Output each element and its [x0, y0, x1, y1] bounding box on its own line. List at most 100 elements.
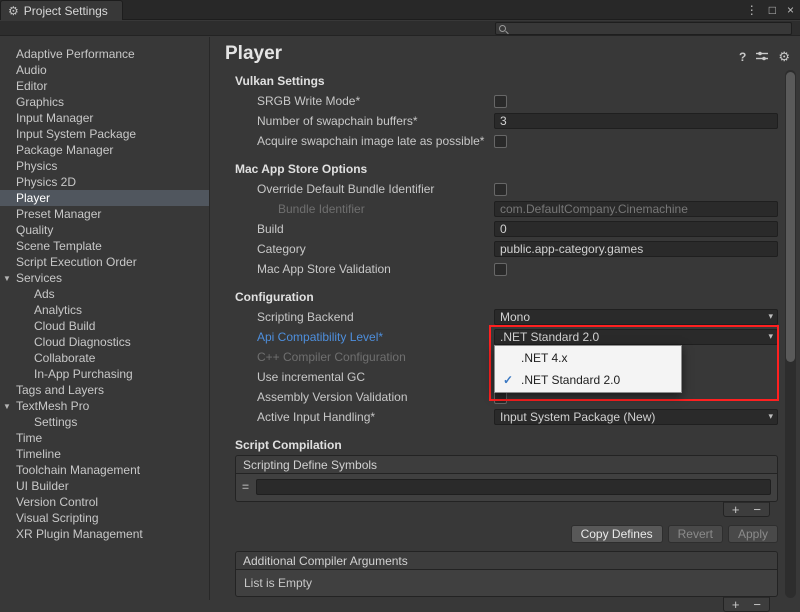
row-mac-validation: Mac App Store Validation	[211, 259, 778, 279]
build-field[interactable]	[494, 221, 778, 237]
help-icon[interactable]: ?	[739, 50, 746, 64]
sidebar-item-input-system-package[interactable]: Input System Package	[0, 126, 209, 142]
override-bundle-id-checkbox[interactable]	[494, 183, 507, 196]
srgb-write-mode-checkbox[interactable]	[494, 95, 507, 108]
define-symbol-field[interactable]	[256, 479, 771, 495]
configuration-header: Configuration	[211, 287, 778, 307]
pane-gear-icon[interactable]: ⚙	[778, 49, 790, 65]
bundle-identifier-label: Bundle Identifier	[211, 202, 494, 216]
sidebar-item-quality[interactable]: Quality	[0, 222, 209, 238]
search-input[interactable]	[510, 22, 788, 36]
sidebar-item-ui-builder[interactable]: UI Builder	[0, 478, 209, 494]
sidebar-item-collaborate[interactable]: Collaborate	[0, 350, 209, 366]
check-icon: ✓	[495, 373, 521, 387]
menu-item-label: .NET Standard 2.0	[521, 373, 620, 387]
scrollbar-thumb[interactable]	[786, 72, 795, 362]
override-bundle-id-label: Override Default Bundle Identifier	[211, 182, 494, 196]
sidebar-item-tags-and-layers[interactable]: Tags and Layers	[0, 382, 209, 398]
row-scripting-backend: Scripting Backend Mono ▾	[211, 307, 778, 327]
sidebar-item-physics[interactable]: Physics	[0, 158, 209, 174]
sidebar-item-services[interactable]: ▼ Services	[0, 270, 209, 286]
category-label: Category	[211, 242, 494, 256]
foldout-open-icon[interactable]: ▼	[3, 399, 11, 415]
sidebar-item-analytics[interactable]: Analytics	[0, 302, 209, 318]
sidebar-item-timeline[interactable]: Timeline	[0, 446, 209, 462]
scripting-backend-dropdown[interactable]: Mono ▾	[494, 309, 778, 325]
mac-app-store-header: Mac App Store Options	[211, 159, 778, 179]
sidebar-item-scene-template[interactable]: Scene Template	[0, 238, 209, 254]
assembly-validation-label: Assembly Version Validation	[211, 390, 494, 404]
sidebar-item-label: TextMesh Pro	[16, 399, 89, 413]
script-compilation-header: Script Compilation	[211, 435, 778, 455]
chevron-down-icon: ▾	[768, 331, 773, 342]
sidebar-item-cloud-diagnostics[interactable]: Cloud Diagnostics	[0, 334, 209, 350]
remove-define-button[interactable]: −	[753, 503, 761, 516]
build-label: Build	[211, 222, 494, 236]
acquire-swapchain-checkbox[interactable]	[494, 135, 507, 148]
copy-defines-button[interactable]: Copy Defines	[571, 525, 663, 543]
menu-item-net-4x[interactable]: .NET 4.x	[495, 347, 681, 369]
incremental-gc-label: Use incremental GC	[211, 370, 494, 384]
row-build: Build	[211, 219, 778, 239]
row-swapchain-buffers: Number of swapchain buffers*	[211, 111, 778, 131]
sidebar-item-textmesh-pro[interactable]: ▼ TextMesh Pro	[0, 398, 209, 414]
chevron-down-icon: ▾	[768, 411, 773, 422]
sidebar-item-time[interactable]: Time	[0, 430, 209, 446]
kebab-menu-icon[interactable]: ⋮	[746, 3, 758, 17]
sidebar-item-input-manager[interactable]: Input Manager	[0, 110, 209, 126]
sidebar-item-cloud-build[interactable]: Cloud Build	[0, 318, 209, 334]
sidebar-item-version-control[interactable]: Version Control	[0, 494, 209, 510]
sidebar-item-audio[interactable]: Audio	[0, 62, 209, 78]
search-box[interactable]	[495, 22, 792, 35]
scripting-define-symbols-box: Scripting Define Symbols =	[235, 455, 778, 502]
scripting-backend-label: Scripting Backend	[211, 310, 494, 324]
drag-handle-icon[interactable]: =	[242, 480, 256, 494]
row-srgb-write-mode: SRGB Write Mode*	[211, 91, 778, 111]
category-field[interactable]	[494, 241, 778, 257]
row-acquire-swapchain: Acquire swapchain image late as possible…	[211, 131, 778, 151]
cpp-compiler-label: C++ Compiler Configuration	[211, 350, 494, 364]
vulkan-settings-header: Vulkan Settings	[211, 71, 778, 91]
sidebar-item-toolchain-management[interactable]: Toolchain Management	[0, 462, 209, 478]
sidebar-item-player[interactable]: Player	[0, 190, 209, 206]
sidebar-item-in-app-purchasing[interactable]: In-App Purchasing	[0, 366, 209, 382]
maximize-icon[interactable]: □	[769, 3, 776, 17]
toolbar	[0, 21, 800, 36]
sidebar-item-editor[interactable]: Editor	[0, 78, 209, 94]
api-compatibility-value: .NET Standard 2.0	[500, 330, 599, 344]
sidebar-item-physics-2d[interactable]: Physics 2D	[0, 174, 209, 190]
sidebar-item-xr-plugin-management[interactable]: XR Plugin Management	[0, 526, 209, 542]
sidebar-item-script-execution-order[interactable]: Script Execution Order	[0, 254, 209, 270]
sidebar-item-visual-scripting[interactable]: Visual Scripting	[0, 510, 209, 526]
mac-validation-checkbox[interactable]	[494, 263, 507, 276]
sidebar-item-graphics[interactable]: Graphics	[0, 94, 209, 110]
swapchain-buffers-field[interactable]	[494, 113, 778, 129]
presets-icon[interactable]	[756, 50, 768, 65]
api-compatibility-label: Api Compatibility Level*	[211, 330, 494, 344]
active-input-handling-value: Input System Package (New)	[500, 410, 655, 424]
tab-project-settings[interactable]: ⚙ Project Settings	[0, 0, 123, 20]
foldout-open-icon[interactable]: ▼	[3, 271, 11, 287]
scripting-backend-value: Mono	[500, 310, 530, 324]
sidebar-item-tmp-settings[interactable]: Settings	[0, 414, 209, 430]
sidebar-item-preset-manager[interactable]: Preset Manager	[0, 206, 209, 222]
active-input-handling-dropdown[interactable]: Input System Package (New) ▾	[494, 409, 778, 425]
srgb-write-mode-label: SRGB Write Mode*	[211, 94, 494, 108]
close-icon[interactable]: ×	[787, 3, 794, 17]
add-define-button[interactable]: +	[732, 503, 740, 516]
api-compatibility-dropdown[interactable]: .NET Standard 2.0 ▾	[494, 329, 778, 345]
row-bundle-identifier: Bundle Identifier	[211, 199, 778, 219]
sidebar-item-adaptive-performance[interactable]: Adaptive Performance	[0, 46, 209, 62]
row-api-compatibility: Api Compatibility Level* .NET Standard 2…	[211, 327, 778, 347]
search-icon	[499, 25, 506, 32]
revert-button[interactable]: Revert	[668, 525, 723, 543]
settings-gear-icon: ⚙	[8, 4, 19, 18]
sidebar-item-package-manager[interactable]: Package Manager	[0, 142, 209, 158]
apply-button[interactable]: Apply	[728, 525, 778, 543]
title-bar: ⚙ Project Settings ⋮ □ ×	[0, 0, 800, 20]
sidebar-item-ads[interactable]: Ads	[0, 286, 209, 302]
page-title: Player	[225, 43, 282, 65]
additional-compiler-arguments-title: Additional Compiler Arguments	[236, 552, 777, 570]
vertical-scrollbar	[785, 70, 796, 598]
menu-item-net-standard-20[interactable]: ✓ .NET Standard 2.0	[495, 369, 681, 391]
